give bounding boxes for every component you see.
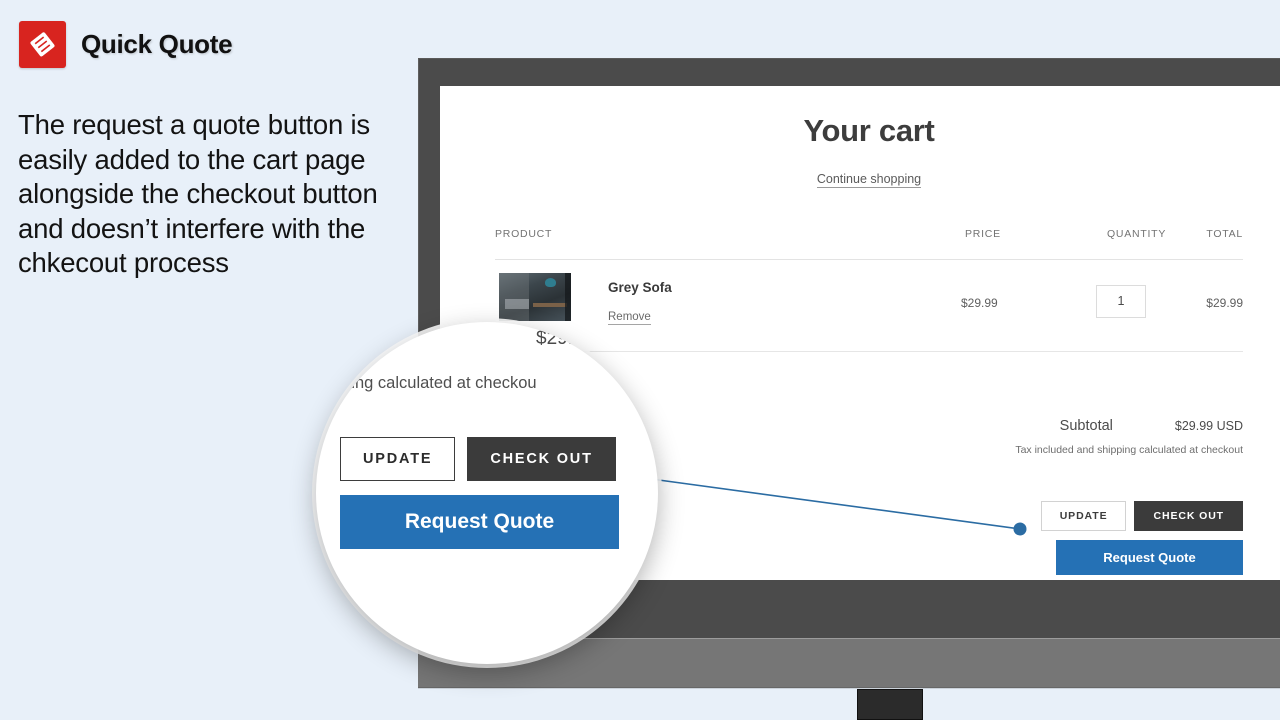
tax-note: Tax included and shipping calculated at …: [1015, 444, 1243, 456]
thumb-wall: [499, 273, 529, 321]
continue-shopping-link[interactable]: Continue shopping: [440, 170, 1280, 188]
column-header-total: TOTAL: [1206, 228, 1243, 240]
subtotal-block: Subtotal $29.99 USD Tax included and shi…: [1015, 418, 1243, 456]
cart-actions-row: UPDATE CHECK OUT: [1040, 501, 1243, 531]
magnified-cart-actions: UPDATE CHECK OUT Request Quote: [340, 437, 640, 549]
column-header-quantity: QUANTITY: [1107, 228, 1167, 240]
column-header-product: PRODUCT: [495, 228, 553, 240]
thumb-post: [565, 273, 571, 321]
continue-shopping-label: Continue shopping: [816, 172, 922, 188]
product-thumbnail[interactable]: [499, 273, 571, 321]
cart-actions: UPDATE CHECK OUT Request Quote: [1040, 501, 1243, 575]
thumb-bench: [505, 299, 529, 309]
subtotal-label: Subtotal: [1059, 418, 1113, 434]
product-name[interactable]: Grey Sofa: [608, 280, 672, 295]
thumb-lamp: [545, 278, 556, 287]
magnified-subtotal-label: otal: [346, 328, 377, 349]
quick-quote-logo-icon: [19, 21, 66, 68]
magnified-tax-note: d and shipping calculated at checkou: [316, 374, 537, 392]
request-quote-button[interactable]: Request Quote: [1056, 540, 1243, 575]
magnified-checkout-button[interactable]: CHECK OUT: [467, 437, 616, 481]
brand: Quick Quote: [19, 21, 233, 68]
thumb-table: [533, 303, 567, 307]
subtotal-line: Subtotal $29.99 USD: [1015, 418, 1243, 434]
subtotal-value: $29.99 USD: [1174, 419, 1243, 433]
monitor-stand: [857, 689, 923, 720]
checkout-button[interactable]: CHECK OUT: [1134, 501, 1243, 531]
product-line-total: $29.99: [1206, 296, 1243, 310]
magnifier-content: otal $29.9 d and shipping calculated at …: [316, 322, 658, 664]
quantity-input[interactable]: 1: [1096, 285, 1146, 318]
magnifier-callout: otal $29.9 d and shipping calculated at …: [316, 322, 658, 664]
magnified-request-quote-button[interactable]: Request Quote: [340, 495, 619, 549]
column-header-price: PRICE: [965, 228, 1001, 240]
cart-table-header: PRODUCT PRICE QUANTITY TOTAL: [495, 228, 1243, 260]
product-price: $29.99: [961, 296, 998, 310]
magnified-actions-row: UPDATE CHECK OUT: [340, 437, 640, 481]
magnified-update-button[interactable]: UPDATE: [340, 437, 456, 481]
brand-title: Quick Quote: [81, 29, 233, 59]
magnified-subtotal-value: $29.9: [536, 328, 584, 349]
page-title: Your cart: [803, 113, 935, 148]
lead-paragraph: The request a quote button is easily add…: [18, 109, 378, 278]
update-button[interactable]: UPDATE: [1040, 501, 1127, 531]
